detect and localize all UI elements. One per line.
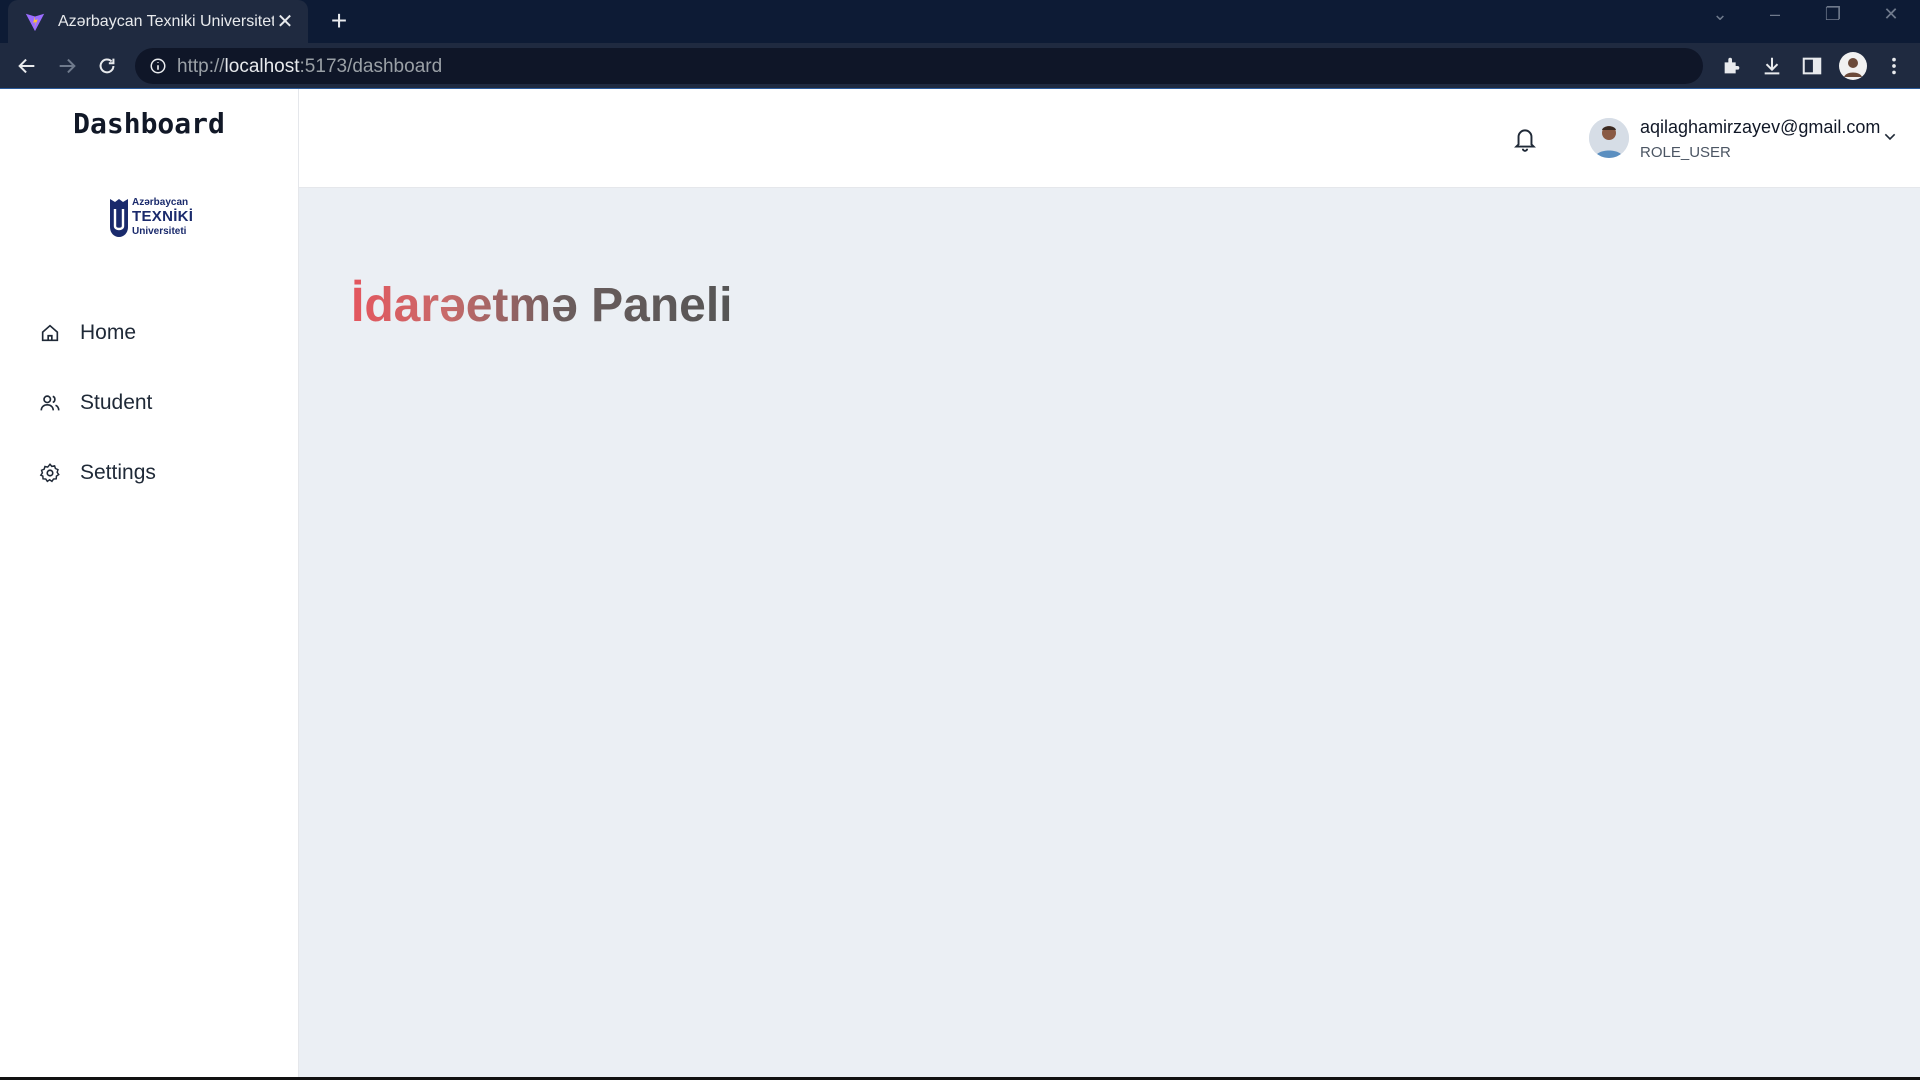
site-info-icon[interactable] [149, 57, 167, 75]
side-panel-icon[interactable] [1795, 43, 1829, 88]
logo-line2: TEXNİKİ [132, 208, 194, 225]
back-icon[interactable] [10, 43, 44, 88]
download-icon[interactable] [1755, 43, 1789, 88]
vite-favicon-icon [25, 13, 45, 31]
tab-search-icon[interactable]: ⌄ [1705, 4, 1735, 25]
tab-title: Azərbaycan Texniki Universiteti [58, 12, 274, 30]
logo-line1: Azərbaycan [132, 197, 189, 208]
sidebar-item-student[interactable]: Student [36, 383, 276, 423]
top-header: aqilaghamirzayev@gmail.com ROLE_USER [299, 89, 1920, 188]
main-content: İdarəetmə Paneli [299, 188, 1920, 1080]
page-title: İdarəetmə Paneli [351, 279, 733, 332]
sidebar-item-label: Settings [80, 461, 156, 484]
extensions-icon[interactable] [1715, 43, 1749, 88]
sidebar-brand: Dashboard [73, 107, 225, 140]
sidebar-item-home[interactable]: Home [36, 313, 276, 353]
logo-line3: Universiteti [132, 226, 187, 237]
sidebar-item-label: Home [80, 321, 137, 344]
user-avatar[interactable] [1589, 118, 1629, 158]
restore-icon[interactable]: ❐ [1818, 4, 1848, 25]
sidebar-item-settings[interactable]: Settings [36, 453, 276, 493]
url-text: http://localhost:5173/dashboard [177, 56, 442, 78]
minimize-icon[interactable]: – [1760, 4, 1790, 25]
sidebar-item-label: Student [80, 391, 153, 414]
notifications-bell-icon[interactable] [1512, 125, 1540, 153]
url-host: localhost [224, 56, 300, 77]
new-tab-icon[interactable]: + [325, 7, 353, 35]
browser-tab[interactable]: Azərbaycan Texniki Universiteti ✕ [8, 0, 308, 43]
university-shield-icon [110, 199, 128, 237]
home-icon [36, 319, 64, 347]
address-bar[interactable]: http://localhost:5173/dashboard [135, 48, 1703, 84]
sidebar: Dashboard Azərbaycan TEXNİKİ Universitet… [0, 89, 299, 1080]
profile-avatar-icon[interactable] [1836, 43, 1870, 88]
chevron-down-icon[interactable] [1882, 129, 1898, 150]
university-logo: Azərbaycan TEXNİKİ Universiteti [110, 197, 194, 241]
gear-icon [36, 459, 64, 487]
window-close-icon[interactable]: ✕ [1876, 4, 1906, 25]
user-role: ROLE_USER [1640, 144, 1731, 161]
url-scheme: http:// [177, 56, 225, 77]
forward-icon[interactable] [50, 43, 84, 88]
browser-tab-strip: Azərbaycan Texniki Universiteti ✕ + ⌄ – … [0, 0, 1920, 43]
users-icon [36, 389, 64, 417]
tab-close-icon[interactable]: ✕ [274, 11, 296, 33]
reload-icon[interactable] [90, 43, 124, 88]
url-path: :5173/dashboard [299, 56, 443, 77]
browser-menu-icon[interactable] [1877, 43, 1911, 88]
user-email[interactable]: aqilaghamirzayev@gmail.com [1640, 117, 1880, 138]
